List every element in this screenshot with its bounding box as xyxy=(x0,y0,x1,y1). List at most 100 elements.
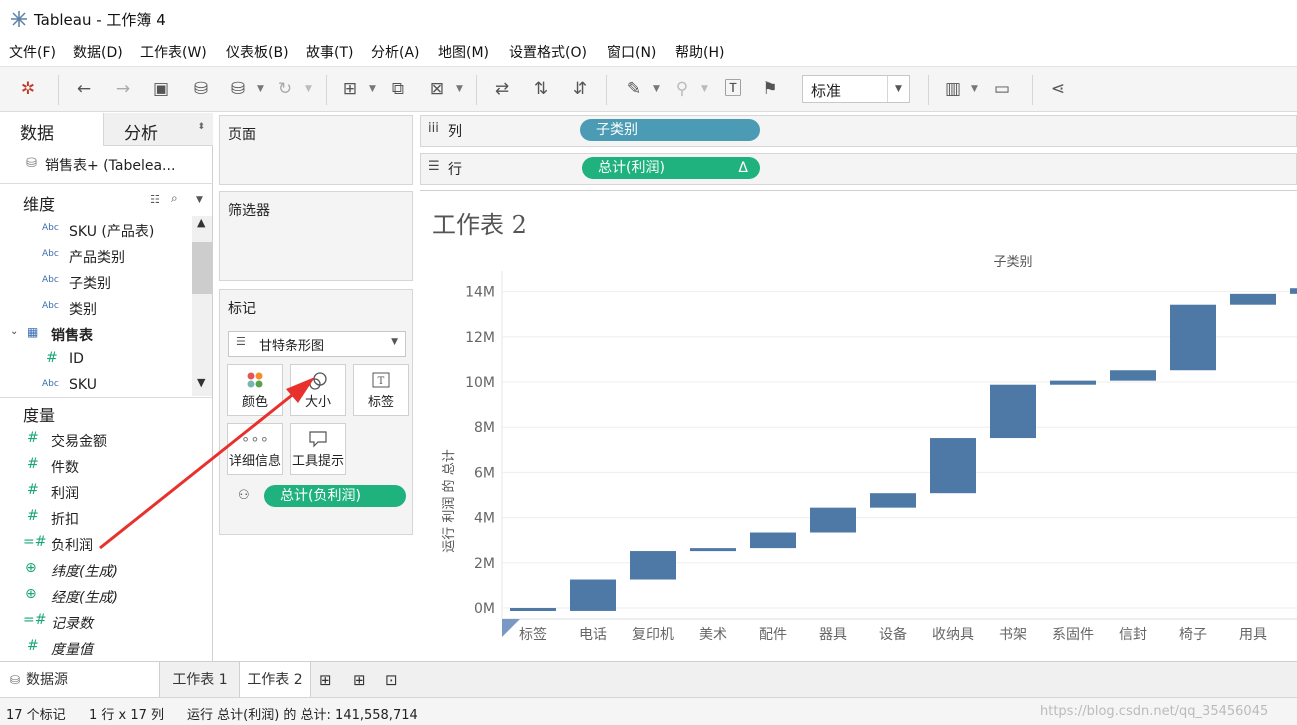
columns-shelf[interactable]: iii 列 子类别 xyxy=(420,115,1297,147)
datasource-name: 销售表+ (Tabelea... xyxy=(45,158,176,174)
menu-window[interactable]: 窗口(N) xyxy=(607,42,656,62)
chevron-down-icon[interactable]: ▼ xyxy=(369,77,379,101)
search-icon[interactable]: ⌕ xyxy=(171,191,178,206)
swap-rows-columns-icon[interactable]: ⇄ xyxy=(490,77,514,101)
measure-field[interactable]: =# 记录数 xyxy=(0,609,192,635)
save-icon[interactable]: ▣ xyxy=(149,77,173,101)
dimension-field[interactable]: Abc 类别 xyxy=(0,295,192,321)
measure-field[interactable]: # 利润 xyxy=(0,479,192,505)
datasource-row[interactable]: ⛁ 销售表+ (Tabelea... xyxy=(0,146,213,184)
field-label: 子类别 xyxy=(69,276,111,292)
tab-data[interactable]: 数据 xyxy=(0,113,103,146)
chevron-down-icon[interactable]: ▼ xyxy=(196,195,203,205)
size-measure-pill[interactable]: 总计(负利润) xyxy=(264,485,406,507)
measure-field[interactable]: =# 负利润 xyxy=(0,531,192,557)
new-dashboard-icon[interactable]: ⊞ xyxy=(353,662,366,698)
tooltip-button[interactable]: 工具提示 xyxy=(290,423,346,475)
columns-pill[interactable]: 子类别 xyxy=(580,119,760,141)
sort-ascending-icon[interactable]: ⇅ xyxy=(529,77,553,101)
size-icon: ⚇ xyxy=(238,488,250,503)
dimension-field[interactable]: Abc 子类别 xyxy=(0,269,192,295)
dimension-field[interactable]: Abc SKU (产品表) xyxy=(0,217,192,243)
fit-select[interactable]: 标准 ▼ xyxy=(802,75,910,103)
table-folder[interactable]: ⌄ ▦ 销售表 xyxy=(0,321,192,347)
show-mark-labels-icon[interactable]: 🅃 xyxy=(721,77,745,101)
tableau-home-icon[interactable]: ✲ xyxy=(16,77,40,101)
menu-worksheet[interactable]: 工作表(W) xyxy=(140,42,207,62)
detail-button[interactable]: ∘∘∘ 详细信息 xyxy=(227,423,283,475)
tab-analytics[interactable]: 分析 ⬍ xyxy=(103,113,213,146)
new-datasource-icon[interactable]: ⛁ xyxy=(189,77,213,101)
field-label: 利润 xyxy=(51,486,79,502)
forward-icon[interactable]: → xyxy=(111,77,135,101)
measure-field[interactable]: ⊕ 经度(生成) xyxy=(0,583,192,609)
dimensions-scrollbar[interactable]: ▲ ▼ xyxy=(192,216,212,396)
chevron-down-icon[interactable]: ▼ xyxy=(456,77,466,101)
number-type-icon: # xyxy=(27,638,39,654)
status-marks: 17 个标记 xyxy=(6,708,66,723)
highlight-icon[interactable]: ✎ xyxy=(622,77,646,101)
menu-map[interactable]: 地图(M) xyxy=(438,42,489,62)
share-icon[interactable]: ⋖ xyxy=(1046,77,1070,101)
divider xyxy=(0,397,212,398)
rows-shelf[interactable]: ☰ 行 总计(利润) Δ xyxy=(420,153,1297,185)
menu-format[interactable]: 设置格式(O) xyxy=(509,42,587,62)
tab-sheet-2[interactable]: 工作表 2 xyxy=(239,662,311,698)
scroll-up-icon[interactable]: ▲ xyxy=(197,216,205,229)
scrollbar-thumb[interactable] xyxy=(192,242,212,294)
chevron-down-icon[interactable]: ▼ xyxy=(971,77,981,101)
menu-file[interactable]: 文件(F) xyxy=(9,42,56,62)
x-tick-label: 信封 xyxy=(1119,627,1147,643)
chevron-down-icon[interactable]: ▼ xyxy=(653,77,663,101)
scroll-down-icon[interactable]: ▼ xyxy=(197,376,205,389)
chevron-down-icon: ⌄ xyxy=(10,326,19,337)
x-tick-label: 书架 xyxy=(999,627,1027,643)
dimension-field[interactable]: Abc SKU xyxy=(0,373,192,399)
measure-field[interactable]: # 件数 xyxy=(0,453,192,479)
filters-card[interactable]: 筛选器 xyxy=(219,191,413,281)
tooltip-button-label: 工具提示 xyxy=(291,454,344,469)
string-type-icon: Abc xyxy=(42,223,59,233)
duplicate-icon[interactable]: ⧉ xyxy=(386,77,410,101)
group-members-icon[interactable]: ⚲ xyxy=(670,77,694,101)
new-story-icon[interactable]: ⊡ xyxy=(385,662,398,698)
pin-axes-icon[interactable]: ⚑ xyxy=(758,77,782,101)
measures-header: 度量 xyxy=(23,406,56,425)
menu-story[interactable]: 故事(T) xyxy=(306,42,353,62)
chevron-down-icon[interactable]: ▼ xyxy=(257,77,267,101)
sort-descending-icon[interactable]: ⇵ xyxy=(568,77,592,101)
size-button[interactable]: 大小 xyxy=(290,364,346,416)
pause-updates-icon[interactable]: ⛁ xyxy=(226,77,250,101)
y-tick-label: 6M xyxy=(474,465,495,481)
menu-data[interactable]: 数据(D) xyxy=(73,42,123,62)
measure-field[interactable]: # 交易金额 xyxy=(0,427,192,453)
new-worksheet-icon[interactable]: ⊞ xyxy=(319,662,332,698)
y-tick-label: 12M xyxy=(465,330,495,346)
show-me-icon[interactable]: ▥ xyxy=(941,77,965,101)
presentation-mode-icon[interactable]: ▭ xyxy=(990,77,1014,101)
chevron-down-icon[interactable]: ▼ xyxy=(701,77,711,101)
view-toggle-icon[interactable]: ☷ xyxy=(150,193,160,206)
menu-dashboard[interactable]: 仪表板(B) xyxy=(226,42,289,62)
chevron-down-icon[interactable]: ▼ xyxy=(305,77,315,101)
datasource-tab[interactable]: ⛁ 数据源 xyxy=(0,662,160,698)
back-icon[interactable]: ← xyxy=(72,77,96,101)
tooltip-icon xyxy=(291,430,345,450)
menu-help[interactable]: 帮助(H) xyxy=(675,42,724,62)
measure-field[interactable]: ⊕ 纬度(生成) xyxy=(0,557,192,583)
tab-sheet-1[interactable]: 工作表 1 xyxy=(163,662,237,698)
rows-pill[interactable]: 总计(利润) Δ xyxy=(582,157,760,179)
menu-analysis[interactable]: 分析(A) xyxy=(371,42,420,62)
color-button[interactable]: 颜色 xyxy=(227,364,283,416)
waterfall-chart[interactable]: 0M 2M 4M 6M 8M 10M 12M 14M 标签 电话 复印机 美术 配件 器具 设备 收纳具 书架… xyxy=(420,191,1297,654)
label-button[interactable]: T 标签 xyxy=(353,364,409,416)
dimension-field[interactable]: Abc 产品类别 xyxy=(0,243,192,269)
new-worksheet-icon[interactable]: ⊞ xyxy=(338,77,362,101)
mark-type-select[interactable]: ☰ 甘特条形图 ▼ xyxy=(228,331,406,357)
measure-field[interactable]: # 度量值 xyxy=(0,635,192,661)
refresh-icon[interactable]: ↻ xyxy=(273,77,297,101)
dimension-field[interactable]: # ID xyxy=(0,347,192,373)
pages-card[interactable]: 页面 xyxy=(219,115,413,185)
measure-field[interactable]: # 折扣 xyxy=(0,505,192,531)
clear-sheet-icon[interactable]: ⊠ xyxy=(425,77,449,101)
